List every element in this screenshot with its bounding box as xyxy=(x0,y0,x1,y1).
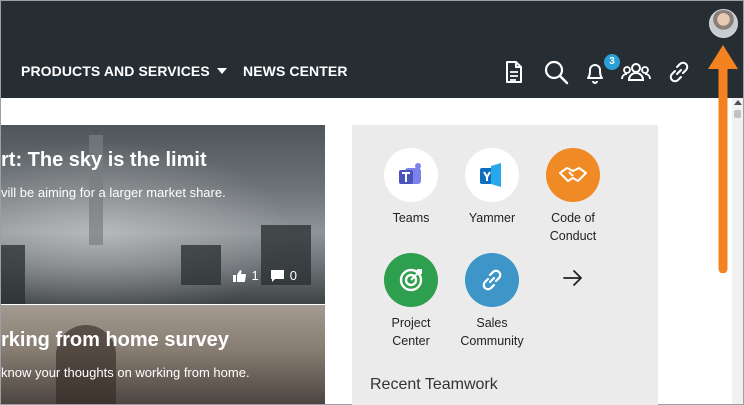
teams-icon xyxy=(384,148,438,202)
yammer-icon xyxy=(465,148,519,202)
app-sales-community[interactable]: Sales Community xyxy=(447,253,537,350)
app-project-center[interactable]: Project Center xyxy=(366,253,456,350)
news-card[interactable]: rt: The sky is the limit vill be aiming … xyxy=(1,125,325,304)
news-card[interactable]: rking from home survey know your thought… xyxy=(1,305,325,404)
main-content: rt: The sky is the limit vill be aiming … xyxy=(1,98,743,405)
people-icon[interactable] xyxy=(620,58,652,86)
news-description: vill be aiming for a larger market share… xyxy=(1,185,226,200)
news-stats: 1 0 xyxy=(232,268,297,283)
news-description: know your thoughts on working from home. xyxy=(1,365,250,380)
chevron-down-icon xyxy=(216,68,227,74)
app-yammer[interactable]: Yammer xyxy=(447,148,537,227)
comment-count: 0 xyxy=(289,268,297,283)
link-icon[interactable] xyxy=(665,58,693,86)
app-teams[interactable]: Teams xyxy=(366,148,456,227)
nav-products-label: PRODUCTS AND SERVICES xyxy=(21,63,210,79)
apps-panel: Teams Yammer Code of Conduct Project Cente… xyxy=(352,125,658,405)
orange-arrow-annotation xyxy=(708,45,738,273)
nav-news-label: NEWS CENTER xyxy=(243,63,348,79)
user-avatar[interactable] xyxy=(709,9,738,38)
nav-products-and-services[interactable]: PRODUCTS AND SERVICES xyxy=(21,63,227,81)
app-label: Sales Community xyxy=(460,316,524,348)
app-label: Teams xyxy=(392,211,430,225)
nav-news-center[interactable]: NEWS CENTER xyxy=(243,63,348,81)
target-icon xyxy=(384,253,438,307)
recent-teamwork-heading: Recent Teamwork xyxy=(370,376,498,393)
app-label: Code of Conduct xyxy=(549,211,597,243)
app-code-of-conduct[interactable]: Code of Conduct xyxy=(528,148,618,245)
like-icon[interactable] xyxy=(232,269,246,282)
comment-icon[interactable] xyxy=(270,269,284,282)
news-title[interactable]: rt: The sky is the limit xyxy=(1,149,207,172)
document-icon[interactable] xyxy=(499,58,527,86)
like-count: 1 xyxy=(251,268,259,283)
handshake-icon xyxy=(546,148,600,202)
search-icon[interactable] xyxy=(542,58,570,86)
app-label: Project Center xyxy=(391,316,431,348)
app-label: Yammer xyxy=(468,211,516,225)
news-title[interactable]: rking from home survey xyxy=(1,329,229,352)
skyline-building xyxy=(181,245,221,285)
notification-count-badge: 3 xyxy=(604,54,620,70)
arrow-right-icon[interactable] xyxy=(562,267,584,289)
top-navigation-bar: PRODUCTS AND SERVICES NEWS CENTER 3 xyxy=(1,1,743,98)
link-icon xyxy=(465,253,519,307)
skyline-building xyxy=(1,245,25,304)
